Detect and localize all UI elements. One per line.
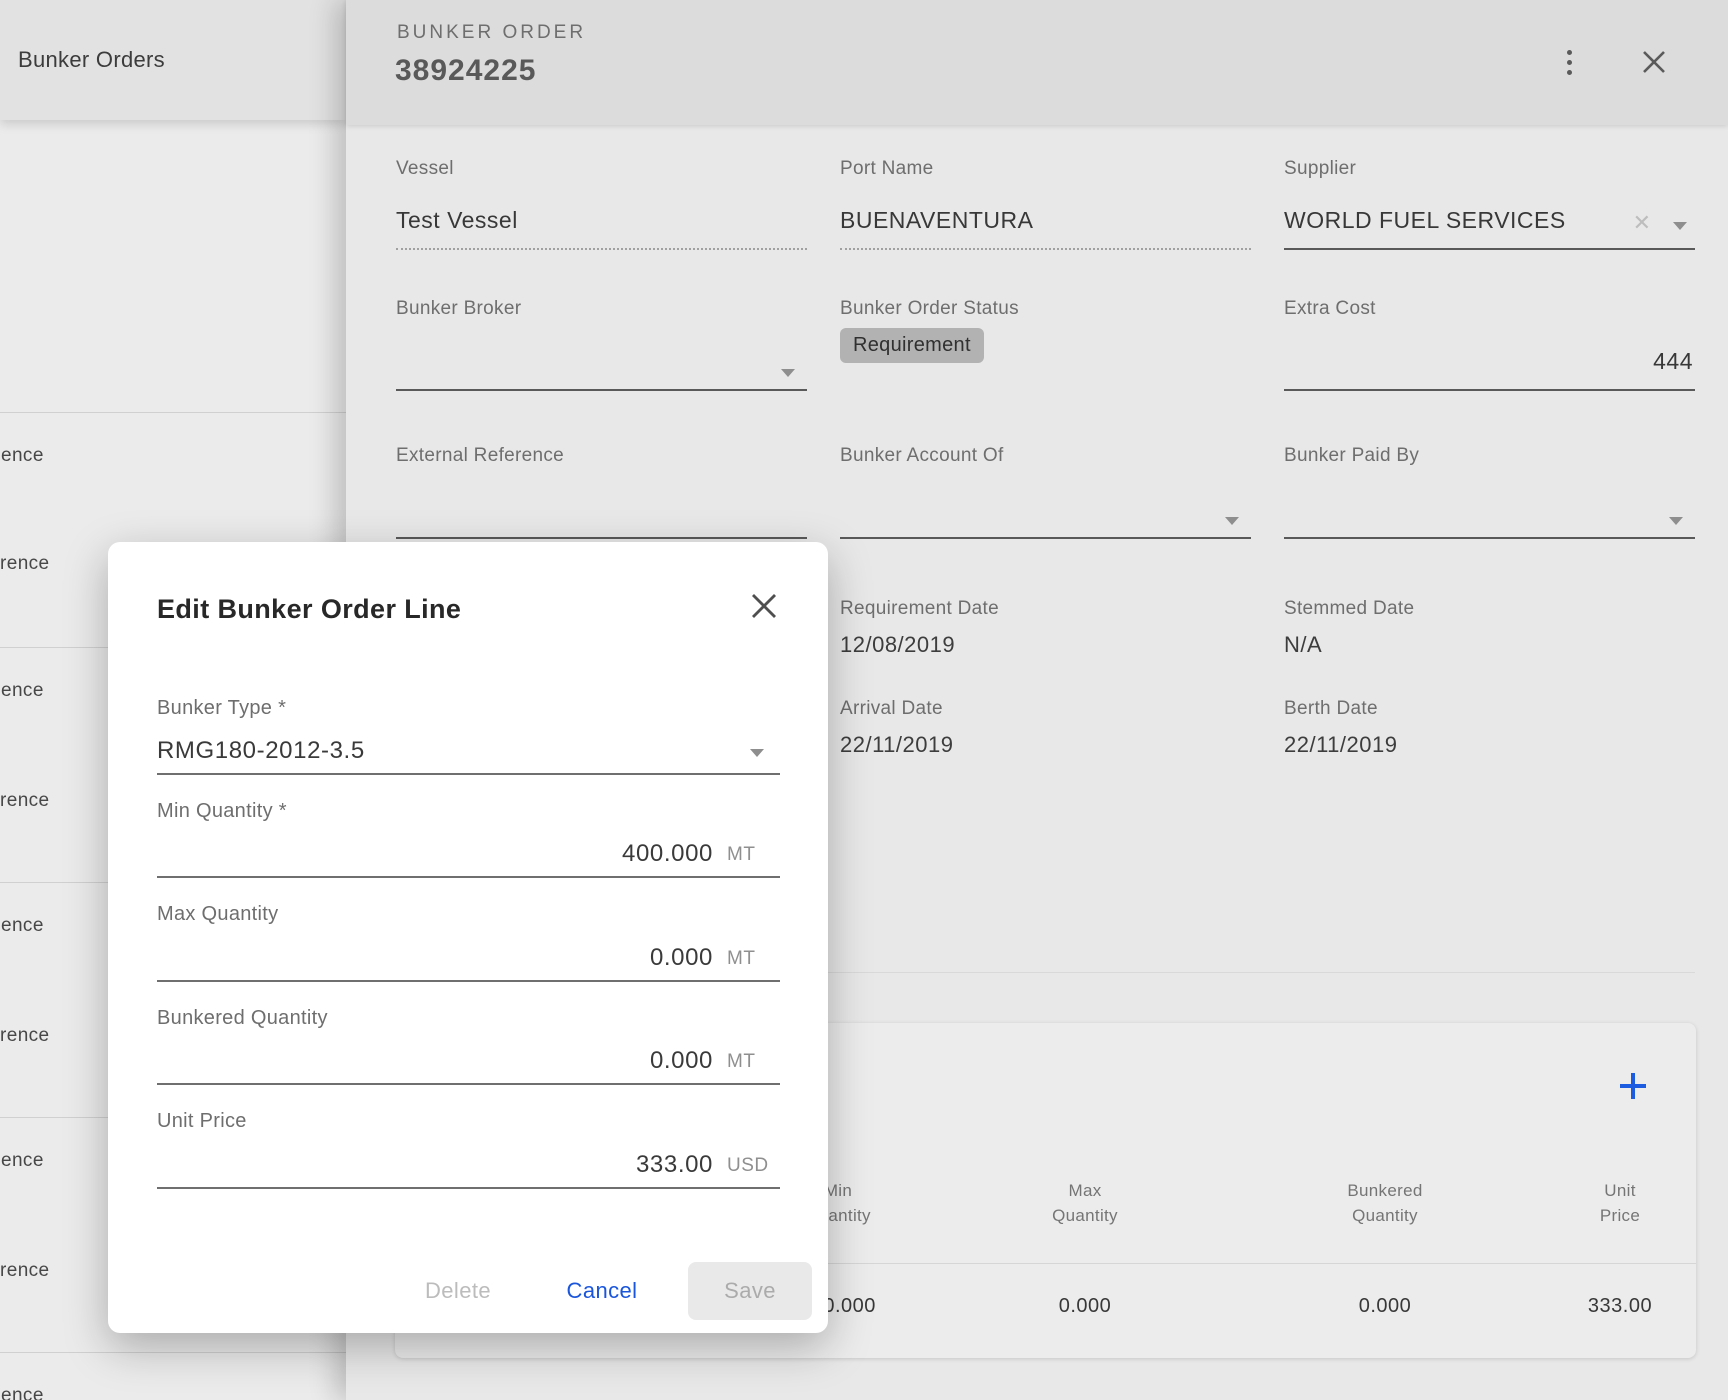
unit-price-label: Unit Price (157, 1110, 247, 1133)
bunker-paid-by-label: Bunker Paid By (1284, 445, 1419, 467)
external-reference-label: External Reference (396, 445, 564, 467)
panel-eyebrow: BUNKER ORDER (397, 22, 586, 44)
list-item[interactable]: ence (1, 1385, 44, 1400)
list-divider (0, 412, 346, 413)
bunker-account-of-dropdown-caret-icon[interactable] (1225, 517, 1239, 525)
bunker-type-label: Bunker Type * (157, 697, 286, 720)
bunker-orders-header: Bunker Orders (0, 0, 346, 120)
cell-unit-price: 333.00 (1520, 1295, 1720, 1318)
arrival-date-value: 22/11/2019 (840, 732, 953, 758)
list-item[interactable]: rence (0, 790, 50, 812)
berth-date-label: Berth Date (1284, 698, 1397, 720)
supplier-value: WORLD FUEL SERVICES (1284, 207, 1566, 234)
dialog-actions: Delete Cancel Save (108, 1262, 828, 1320)
requirement-date: Requirement Date 12/08/2019 (840, 598, 999, 658)
bunker-order-panel-header: BUNKER ORDER 38924225 (346, 0, 1728, 125)
extra-cost-value: 444 (1653, 348, 1693, 375)
port-name-label: Port Name (840, 158, 934, 180)
add-line-button[interactable] (1615, 1068, 1651, 1104)
supplier-field[interactable]: Supplier WORLD FUEL SERVICES ✕ (1284, 158, 1695, 250)
bunker-broker-label: Bunker Broker (396, 298, 521, 320)
bunker-order-status-label: Bunker Order Status (840, 298, 1019, 320)
panel-close-button[interactable] (1634, 42, 1674, 82)
list-item[interactable]: ence (1, 1150, 44, 1172)
supplier-dropdown-caret-icon[interactable] (1673, 222, 1687, 230)
min-quantity-field[interactable]: Min Quantity * 400.000 MT (157, 800, 780, 878)
extra-cost-field[interactable]: Extra Cost 444 (1284, 298, 1695, 391)
delete-button[interactable]: Delete (398, 1262, 518, 1320)
requirement-date-value: 12/08/2019 (840, 632, 999, 658)
save-button[interactable]: Save (688, 1262, 812, 1320)
requirement-date-label: Requirement Date (840, 598, 999, 620)
berth-date-value: 22/11/2019 (1284, 732, 1397, 758)
status-badge: Requirement (840, 328, 984, 363)
list-item[interactable]: ence (1, 915, 44, 937)
max-quantity-value: 0.000 (650, 944, 713, 972)
dialog-title: Edit Bunker Order Line (157, 594, 461, 625)
bunker-paid-by-dropdown-caret-icon[interactable] (1669, 517, 1683, 525)
min-quantity-unit: MT (727, 844, 755, 866)
close-icon (1641, 49, 1667, 75)
list-divider (0, 1352, 346, 1353)
bunkered-quantity-field[interactable]: Bunkered Quantity 0.000 MT (157, 1007, 780, 1085)
bunker-account-of-label: Bunker Account Of (840, 445, 1004, 467)
arrival-date: Arrival Date 22/11/2019 (840, 698, 953, 758)
supplier-clear-icon[interactable]: ✕ (1633, 210, 1651, 236)
list-item[interactable]: ence (1, 445, 44, 467)
bunkered-quantity-label: Bunkered Quantity (157, 1007, 328, 1030)
bunker-type-value: RMG180-2012-3.5 (157, 737, 365, 765)
unit-price-field[interactable]: Unit Price 333.00 USD (157, 1110, 780, 1189)
list-item[interactable]: rence (0, 1025, 50, 1047)
port-name-field: Port Name BUENAVENTURA (840, 158, 1251, 250)
min-quantity-value: 400.000 (622, 840, 713, 868)
bunkered-quantity-unit: MT (727, 1051, 755, 1073)
kebab-menu-button[interactable] (1549, 42, 1589, 82)
list-item[interactable]: rence (0, 1260, 50, 1282)
vessel-field: Vessel Test Vessel (396, 158, 807, 250)
cancel-button[interactable]: Cancel (542, 1262, 662, 1320)
bunker-type-field[interactable]: Bunker Type * RMG180-2012-3.5 (157, 697, 780, 775)
vessel-value: Test Vessel (396, 207, 518, 234)
stemmed-date-label: Stemmed Date (1284, 598, 1414, 620)
external-reference-field[interactable]: External Reference (396, 445, 807, 539)
stemmed-date: Stemmed Date N/A (1284, 598, 1414, 658)
dialog-close-button[interactable] (744, 586, 784, 626)
unit-price-currency: USD (727, 1155, 769, 1177)
bunker-paid-by-field[interactable]: Bunker Paid By (1284, 445, 1695, 539)
berth-date: Berth Date 22/11/2019 (1284, 698, 1397, 758)
stemmed-date-value: N/A (1284, 632, 1414, 658)
max-quantity-field[interactable]: Max Quantity 0.000 MT (157, 903, 780, 982)
arrival-date-label: Arrival Date (840, 698, 953, 720)
column-header-unit-price: Unit Price (1520, 1178, 1720, 1228)
column-header-max-quantity: Max Quantity (985, 1178, 1185, 1228)
bunker-order-status-field: Bunker Order Status Requirement (840, 298, 1251, 389)
max-quantity-label: Max Quantity (157, 903, 278, 926)
kebab-icon (1567, 50, 1572, 75)
plus-icon (1618, 1071, 1648, 1101)
list-item[interactable]: ence (1, 680, 44, 702)
list-item[interactable]: rence (0, 553, 50, 575)
edit-bunker-order-line-dialog: Edit Bunker Order Line Bunker Type * RMG… (108, 542, 828, 1333)
cell-bunkered-quantity: 0.000 (1285, 1295, 1485, 1318)
column-header-bunkered-quantity: Bunkered Quantity (1285, 1178, 1485, 1228)
bunker-broker-field[interactable]: Bunker Broker (396, 298, 807, 391)
bunker-type-dropdown-caret-icon[interactable] (750, 749, 764, 757)
min-quantity-label: Min Quantity * (157, 800, 287, 823)
vessel-label: Vessel (396, 158, 454, 180)
extra-cost-label: Extra Cost (1284, 298, 1376, 320)
port-name-value: BUENAVENTURA (840, 207, 1033, 234)
cell-max-quantity: 0.000 (985, 1295, 1185, 1318)
max-quantity-unit: MT (727, 948, 755, 970)
bunker-broker-dropdown-caret-icon[interactable] (781, 369, 795, 377)
screen: Bunker Orders ence rence ence rence ence… (0, 0, 1728, 1400)
bunkered-quantity-value: 0.000 (650, 1047, 713, 1075)
order-id: 38924225 (395, 54, 536, 88)
page-title: Bunker Orders (18, 47, 165, 73)
supplier-label: Supplier (1284, 158, 1356, 180)
unit-price-value: 333.00 (636, 1151, 713, 1179)
bunker-account-of-field[interactable]: Bunker Account Of (840, 445, 1251, 539)
close-icon (749, 591, 779, 621)
